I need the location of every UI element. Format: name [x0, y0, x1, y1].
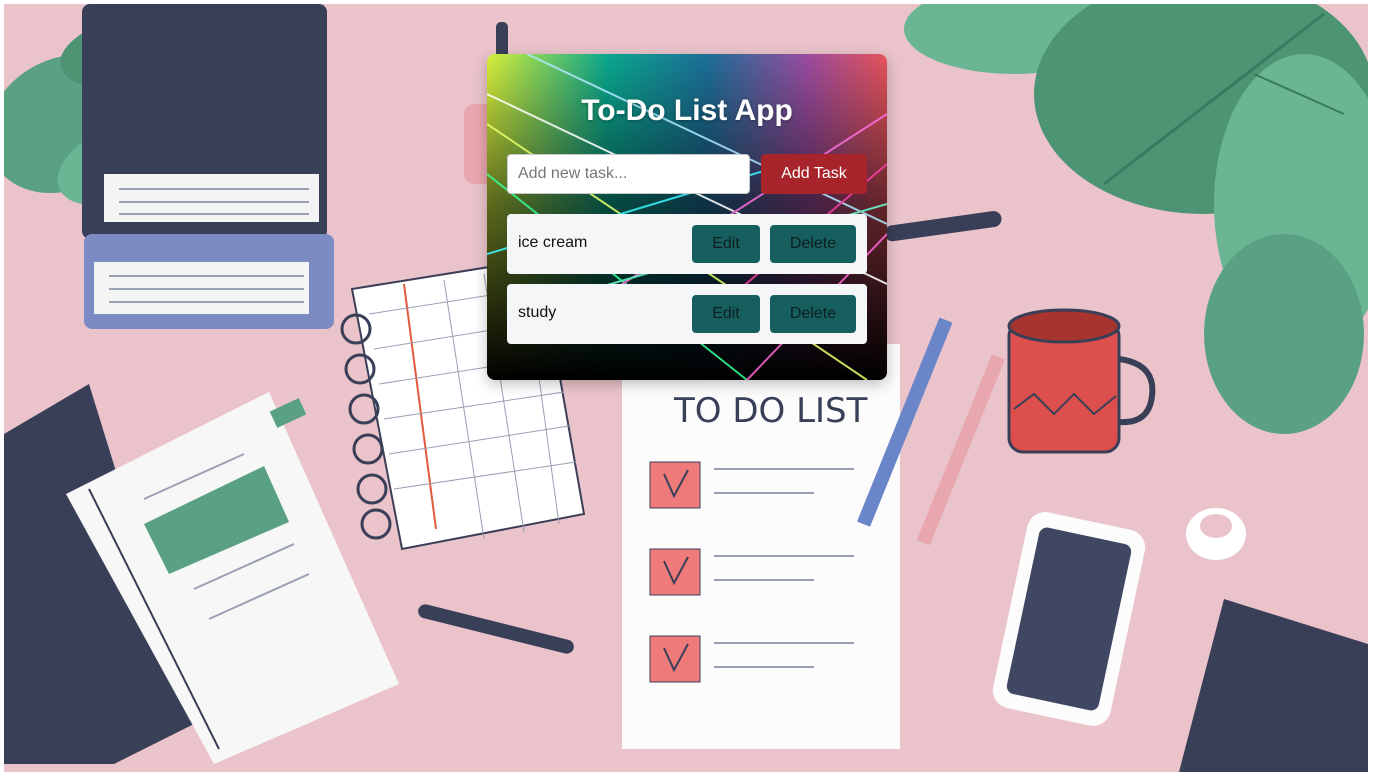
book-stack [82, 4, 334, 329]
poster-title: TO DO LIST [673, 391, 868, 431]
edit-task-button[interactable]: Edit [692, 225, 760, 263]
coffee-mug [1007, 308, 1156, 454]
task-item-study: study Edit Delete [507, 284, 867, 344]
task-text: ice cream [518, 234, 588, 251]
edit-task-button[interactable]: Edit [692, 295, 760, 333]
task-text: study [518, 304, 557, 321]
task-item-ice-cream: ice cream Edit Delete [507, 214, 867, 274]
delete-task-button[interactable]: Delete [770, 295, 856, 333]
to-do-list-paper: TO DO LIST [622, 344, 900, 749]
delete-task-button[interactable]: Delete [770, 225, 856, 263]
phone [992, 512, 1146, 726]
new-task-input[interactable] [507, 154, 750, 194]
app-title: To-Do List App [581, 94, 793, 127]
background-illustration: TO DO LIST To-Do List App Add new task..… [4, 4, 1368, 772]
todo-app-card: To-Do List App Add Task ice cream Edit D… [487, 54, 887, 380]
add-task-button[interactable]: Add Task [761, 154, 867, 194]
